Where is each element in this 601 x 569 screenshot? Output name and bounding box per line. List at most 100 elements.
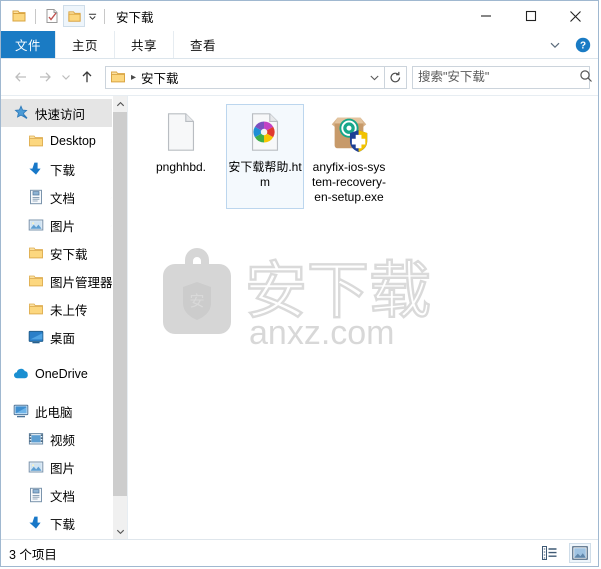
recent-locations-button[interactable] — [57, 65, 75, 89]
sidebar-item-13[interactable]: 文档 — [1, 481, 127, 509]
downloads-icon — [26, 515, 46, 531]
navigation-scrollbar[interactable] — [112, 96, 127, 539]
close-button[interactable] — [553, 1, 598, 31]
sidebar-item-7[interactable]: 未上传 — [1, 295, 127, 323]
scroll-down-arrow-icon[interactable] — [113, 523, 127, 539]
sidebar-item-0[interactable]: 快速访问 — [1, 99, 127, 127]
tab-file[interactable]: 文件 — [1, 31, 56, 58]
tab-share[interactable]: 共享 — [114, 31, 173, 58]
pictures-icon — [26, 217, 46, 233]
folder-properties-icon[interactable] — [8, 5, 30, 27]
installer-shield-icon — [325, 108, 373, 156]
sidebar-item-10[interactable]: 此电脑 — [1, 397, 127, 425]
forward-button[interactable] — [33, 65, 57, 89]
sidebar-item-6[interactable]: 图片管理器 — [1, 267, 127, 295]
up-button[interactable] — [75, 65, 99, 89]
title-bar: 安下载 — [1, 1, 598, 31]
address-bar: ▸ 安下载 — [1, 59, 598, 95]
svg-text:安: 安 — [189, 293, 204, 310]
sidebar-item-label: OneDrive — [35, 367, 88, 381]
search-input[interactable] — [418, 70, 579, 84]
desktop-icon — [26, 329, 46, 345]
back-button[interactable] — [9, 65, 33, 89]
sidebar-item-label: 图片管理器 — [50, 275, 113, 290]
sidebar-item-label: 未上传 — [50, 303, 88, 318]
nav-group-gap — [1, 351, 127, 360]
maximize-button[interactable] — [508, 1, 553, 31]
file-explorer-window: 安下载 文件 主页 共享 查看 ? ▸ 安下载 搜索"安下载" 快速访问 Des… — [0, 0, 599, 567]
sidebar-item-label: 此电脑 — [35, 405, 73, 420]
breadcrumb-item-0[interactable]: 安下载 — [141, 68, 179, 87]
minimize-button[interactable] — [463, 1, 508, 31]
file-grid: pnghhbd. 安下载帮助.htm anyfix-ios-system-recov… — [128, 96, 598, 209]
watermark-logo: 安 安下载 anxz.com — [145, 244, 435, 354]
view-buttons — [539, 543, 591, 563]
sidebar-item-1[interactable]: Desktop — [1, 127, 127, 155]
sidebar-item-label: 下载 — [50, 163, 76, 178]
sidebar-item-label: 文档 — [50, 191, 76, 206]
ribbon-tab-bar: 文件 主页 共享 查看 ? — [1, 31, 598, 59]
chrome-html-file-icon — [241, 108, 289, 156]
chevron-down-icon[interactable] — [544, 34, 566, 56]
navigation-pane: 快速访问 Desktop 下载 文档 图片 安下载 图片管理器 未上传 桌面 OneDrive 此电… — [1, 96, 127, 539]
folder-icon — [26, 273, 46, 289]
search-icon[interactable] — [579, 69, 593, 86]
sidebar-item-5[interactable]: 安下载 — [1, 239, 127, 267]
navigation-list: 快速访问 Desktop 下载 文档 图片 安下载 图片管理器 未上传 桌面 OneDrive 此电… — [1, 99, 127, 539]
sidebar-item-11[interactable]: 视频 — [1, 425, 127, 453]
videos-icon — [26, 431, 46, 447]
onedrive-icon — [11, 366, 31, 382]
help-icon[interactable]: ? — [572, 34, 594, 56]
sidebar-item-9[interactable]: OneDrive — [1, 360, 127, 388]
scroll-up-arrow-icon[interactable] — [113, 96, 127, 112]
file-item[interactable]: 安下载帮助.htm — [226, 104, 304, 209]
documents-icon — [26, 189, 46, 205]
sidebar-item-14[interactable]: 下载 — [1, 509, 127, 537]
sidebar-item-3[interactable]: 文档 — [1, 183, 127, 211]
sidebar-item-2[interactable]: 下载 — [1, 155, 127, 183]
watermark-cn-text: 安下载 — [245, 257, 431, 326]
item-count-label: 3 个项目 — [9, 547, 57, 562]
file-name-label: anyfix-ios-system-recovery-en-setup.exe — [312, 160, 387, 204]
svg-text:?: ? — [580, 40, 586, 51]
folder-icon — [26, 133, 46, 149]
sidebar-item-label: 快速访问 — [35, 107, 86, 122]
folder-icon — [26, 245, 46, 261]
documents-icon — [26, 487, 46, 503]
details-view-button[interactable] — [539, 543, 561, 563]
watermark-en-text: anxz.com — [249, 314, 395, 352]
scrollbar-thumb[interactable] — [113, 112, 127, 496]
sidebar-item-8[interactable]: 桌面 — [1, 323, 127, 351]
file-name-label: pnghhbd. — [155, 160, 207, 174]
refresh-icon[interactable] — [384, 65, 406, 89]
breadcrumb-bar[interactable]: ▸ 安下载 — [105, 65, 407, 89]
window-title: 安下载 — [116, 10, 154, 25]
star-pin-icon — [11, 105, 31, 121]
breadcrumb-folder-icon — [110, 69, 126, 85]
status-bar: 3 个项目 — [1, 539, 598, 566]
window-controls — [463, 1, 598, 31]
file-item[interactable]: anyfix-ios-system-recovery-en-setup.exe — [310, 104, 388, 209]
downloads-icon — [26, 161, 46, 177]
sidebar-item-12[interactable]: 图片 — [1, 453, 127, 481]
search-box[interactable] — [412, 65, 593, 89]
blank-file-icon — [157, 108, 205, 156]
tab-home[interactable]: 主页 — [55, 31, 114, 58]
large-icons-view-button[interactable] — [569, 543, 591, 563]
sidebar-item-label: 安下载 — [50, 247, 88, 262]
file-list-area[interactable]: pnghhbd. 安下载帮助.htm anyfix-ios-system-recov… — [128, 96, 598, 539]
breadcrumb-dropdown-icon[interactable] — [364, 72, 384, 83]
explorer-body: 快速访问 Desktop 下载 文档 图片 安下载 图片管理器 未上传 桌面 OneDrive 此电… — [1, 95, 598, 539]
tab-view[interactable]: 查看 — [173, 31, 232, 58]
sidebar-item-label: 桌面 — [50, 331, 76, 346]
sidebar-item-label: 视频 — [50, 433, 76, 448]
new-folder-icon[interactable] — [41, 5, 63, 27]
sidebar-item-4[interactable]: 图片 — [1, 211, 127, 239]
breadcrumb-separator[interactable]: ▸ — [131, 72, 136, 83]
file-item[interactable]: pnghhbd. — [142, 104, 220, 209]
sidebar-item-label: 图片 — [50, 219, 76, 234]
customize-qat-dropdown[interactable] — [85, 5, 99, 27]
sidebar-item-label: 下载 — [50, 517, 76, 532]
new-folder-button[interactable] — [63, 5, 85, 27]
pictures-icon — [26, 459, 46, 475]
